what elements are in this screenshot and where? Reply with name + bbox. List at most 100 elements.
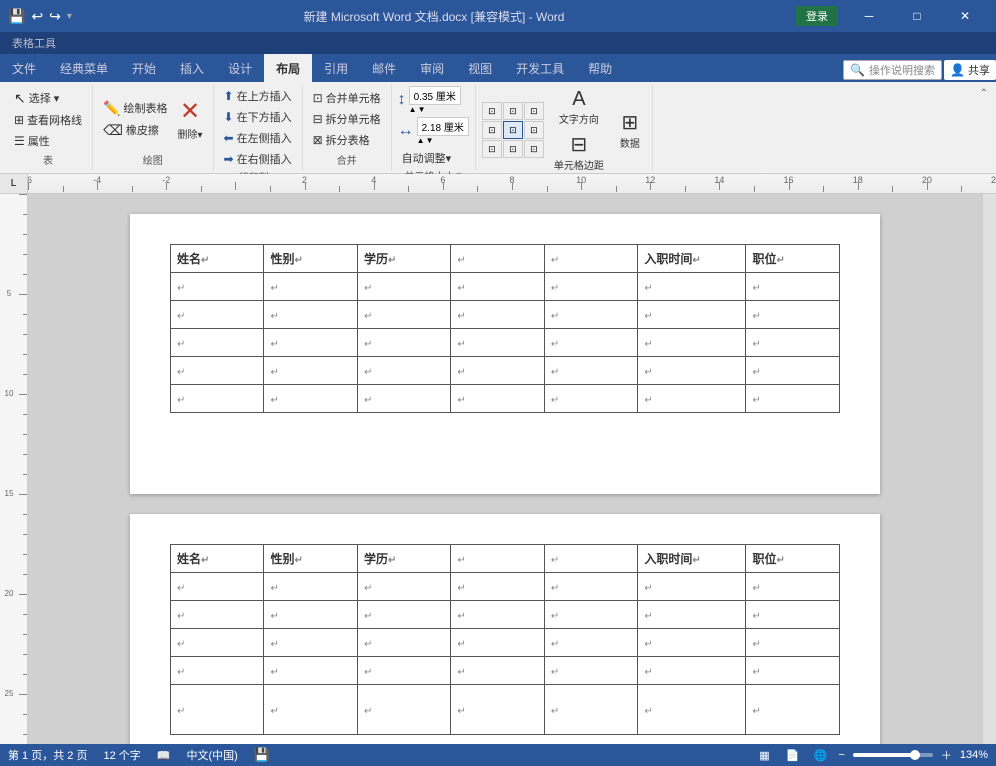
view-web-btn[interactable]: 🌐 (810, 747, 830, 763)
select-button[interactable]: ↖ 选择 ▾ (10, 88, 86, 109)
data-cell[interactable]: ↵ (357, 385, 450, 413)
tab-mailings[interactable]: 邮件 (360, 54, 408, 82)
data-cell[interactable]: ↵ (357, 657, 450, 685)
undo-icon[interactable]: ↩ (31, 8, 43, 25)
data-cell[interactable]: ↵ (746, 385, 840, 413)
vertical-scrollbar[interactable] (982, 194, 996, 744)
data-cell[interactable]: ↵ (544, 329, 637, 357)
data-cell[interactable]: ↵ (264, 657, 357, 685)
header-cell-position[interactable]: 职位↵ (746, 245, 840, 273)
data-cell[interactable]: ↵ (544, 273, 637, 301)
header-cell-5[interactable]: ↵ (544, 245, 637, 273)
data-cell[interactable]: ↵ (171, 657, 264, 685)
row-height-value[interactable]: 0.35 厘米 (409, 86, 461, 105)
save-icon[interactable]: 💾 (8, 8, 25, 25)
data-cell[interactable]: ↵ (544, 357, 637, 385)
data-cell[interactable]: ↵ (638, 357, 746, 385)
data-cell[interactable]: ↵ (451, 685, 544, 735)
data-cell[interactable]: ↵ (746, 329, 840, 357)
data-cell[interactable]: ↵ (746, 357, 840, 385)
data-cell[interactable]: ↵ (638, 329, 746, 357)
align-bl[interactable]: ⊡ (482, 140, 502, 158)
view-read-btn[interactable]: 📄 (782, 747, 802, 763)
data-cell[interactable]: ↵ (451, 273, 544, 301)
data-cell[interactable]: ↵ (638, 685, 746, 735)
data-cell[interactable]: ↵ (544, 685, 637, 735)
data-cell[interactable]: ↵ (171, 685, 264, 735)
align-br[interactable]: ⊡ (524, 140, 544, 158)
data-cell[interactable]: ↵ (638, 273, 746, 301)
data-cell[interactable]: ↵ (451, 601, 544, 629)
data-cell[interactable]: ↵ (171, 385, 264, 413)
data-cell[interactable]: ↵ (171, 329, 264, 357)
data-cell[interactable]: ↵ (746, 657, 840, 685)
data-cell[interactable]: ↵ (451, 657, 544, 685)
tab-design-doc[interactable]: 设计 (216, 54, 264, 82)
collapse-ribbon[interactable]: ⌃ (976, 84, 992, 171)
header-cell-position2[interactable]: 职位↵ (746, 545, 840, 573)
data-cell[interactable]: ↵ (544, 573, 637, 601)
tab-layout[interactable]: 布局 (264, 54, 312, 82)
split-cells-button[interactable]: ⊟ 拆分单元格 (309, 109, 385, 129)
col-width-down[interactable]: ▼ (426, 136, 434, 145)
eraser-button[interactable]: ⌫ 橡皮擦 (99, 120, 171, 141)
data-cell[interactable]: ↵ (638, 385, 746, 413)
data-cell[interactable]: ↵ (746, 573, 840, 601)
data-cell[interactable]: ↵ (357, 273, 450, 301)
data-cell[interactable]: ↵ (638, 601, 746, 629)
data-cell[interactable]: ↵ (746, 685, 840, 735)
cell-margin-button[interactable]: ⊟ 单元格边距 (550, 130, 608, 174)
data-cell[interactable]: ↵ (638, 573, 746, 601)
share-button[interactable]: 👤 共享 (944, 60, 996, 80)
data-cell[interactable]: ↵ (544, 657, 637, 685)
align-ml[interactable]: ⊡ (482, 121, 502, 139)
data-cell[interactable]: ↵ (451, 357, 544, 385)
data-cell[interactable]: ↵ (638, 301, 746, 329)
align-tc[interactable]: ⊡ (503, 102, 523, 120)
header-cell-edu[interactable]: 学历↵ (357, 245, 450, 273)
align-tr[interactable]: ⊡ (524, 102, 544, 120)
data-cell[interactable]: ↵ (357, 601, 450, 629)
delete-button[interactable]: ✕ 删除▾ (174, 95, 207, 143)
data-cell[interactable]: ↵ (544, 301, 637, 329)
header-cell-joindate2[interactable]: 入职时间↵ (638, 545, 746, 573)
data-cell[interactable]: ↵ (171, 573, 264, 601)
data-cell[interactable]: ↵ (451, 629, 544, 657)
data-cell[interactable]: ↵ (171, 601, 264, 629)
header-cell-gender[interactable]: 性别↵ (264, 245, 357, 273)
header-cell-edu2[interactable]: 学历↵ (357, 545, 450, 573)
col-width-up[interactable]: ▲ (417, 136, 425, 145)
data-cell[interactable]: ↵ (746, 301, 840, 329)
row-height-up[interactable]: ▲ (409, 105, 417, 114)
data-cell[interactable]: ↵ (451, 385, 544, 413)
header-cell-name2[interactable]: 姓名↵ (171, 545, 264, 573)
data-cell[interactable]: ↵ (264, 685, 357, 735)
tab-view[interactable]: 视图 (456, 54, 504, 82)
insert-below-button[interactable]: ⬇ 在下方插入 (220, 107, 296, 127)
insert-right-button[interactable]: ➡ 在右侧插入 (220, 149, 296, 169)
merge-cells-button[interactable]: ⊡ 合并单元格 (309, 88, 385, 108)
row-height-down[interactable]: ▼ (418, 105, 426, 114)
data-cell[interactable]: ↵ (357, 357, 450, 385)
data-cell[interactable]: ↵ (171, 273, 264, 301)
header-cell-joindate[interactable]: 入职时间↵ (638, 245, 746, 273)
data-cell[interactable]: ↵ (171, 301, 264, 329)
data-cell[interactable]: ↵ (451, 573, 544, 601)
insert-left-button[interactable]: ⬅ 在左侧插入 (220, 128, 296, 148)
data-cell[interactable]: ↵ (544, 385, 637, 413)
tab-classic[interactable]: 经典菜单 (48, 54, 120, 82)
draw-table-button[interactable]: ✏️ 绘制表格 (99, 98, 171, 119)
tab-file[interactable]: 文件 (0, 54, 48, 82)
data-cell[interactable]: ↵ (264, 573, 357, 601)
align-mr[interactable]: ⊡ (524, 121, 544, 139)
header-cell-name[interactable]: 姓名↵ (171, 245, 264, 273)
tab-review[interactable]: 审阅 (408, 54, 456, 82)
text-direction-button[interactable]: A 文字方向 (550, 86, 608, 128)
data-cell[interactable]: ↵ (264, 329, 357, 357)
tab-insert[interactable]: 插入 (168, 54, 216, 82)
close-button[interactable]: ✕ (942, 0, 988, 32)
view-gridlines-button[interactable]: ⊞ 查看网格线 (10, 110, 86, 130)
data-cell[interactable]: ↵ (264, 301, 357, 329)
tab-home[interactable]: 开始 (120, 54, 168, 82)
align-tl[interactable]: ⊡ (482, 102, 502, 120)
